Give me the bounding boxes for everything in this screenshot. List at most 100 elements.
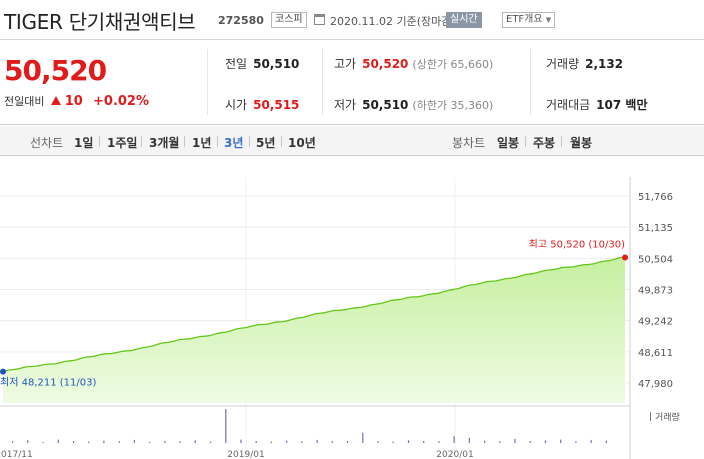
volume-bar xyxy=(240,439,242,443)
calendar-icon xyxy=(314,14,325,25)
volume-bar xyxy=(544,440,547,443)
tab-daily[interactable]: 일봉 xyxy=(497,134,519,151)
volume-bar xyxy=(590,439,592,443)
volume-bar xyxy=(27,440,29,443)
quote-panel: 50,520 전일대비 10 +0.02% 전일 50,510 시가 50,515 … xyxy=(0,41,704,125)
volume-bar xyxy=(225,409,227,443)
change-row: 전일대비 10 +0.02% xyxy=(4,93,149,109)
volume-bar xyxy=(118,441,120,443)
tab-3y[interactable]: 3년 xyxy=(224,134,243,151)
trade-amount: 거래대금 107 백만 xyxy=(546,98,648,112)
volume-bar xyxy=(301,441,303,443)
y-tick-label: 47,980 xyxy=(638,379,673,390)
stock-header: TIGER 단기채권액티브 272580 코스피 2020.11.02 기준(장… xyxy=(0,0,704,40)
y-tick-label: 51,135 xyxy=(638,223,673,234)
price-chart: 51,766 51,135 50,504 49,873 49,242 48,611 47,9… xyxy=(0,177,680,459)
candle-chart-label: 봉차트 xyxy=(452,136,486,150)
volume-bar xyxy=(453,436,455,443)
volume-bars xyxy=(12,409,607,443)
x-axis-ticks: 2017/11 2019/01 2020/01 xyxy=(0,450,474,459)
open-price: 시가 50,515 xyxy=(225,98,300,112)
high-marker xyxy=(622,254,628,261)
volume-bar xyxy=(407,440,410,443)
volume-bar xyxy=(529,441,531,443)
line-chart-label: 선차트 xyxy=(30,136,64,150)
tab-separator xyxy=(99,136,100,147)
volume-bar xyxy=(560,439,562,443)
prev-close: 전일 50,510 xyxy=(225,57,300,71)
y-tick-label: 50,504 xyxy=(638,254,673,265)
tab-separator xyxy=(561,136,562,147)
change-label: 전일대비 xyxy=(4,95,45,108)
low-label: 최저 48,211 (11/03) xyxy=(0,377,96,389)
volume-bar xyxy=(286,440,288,443)
volume-bar xyxy=(103,440,105,443)
tab-3m[interactable]: 3개월 xyxy=(149,134,179,151)
y-axis-ticks: 51,766 51,135 50,504 49,873 49,242 48,611 47,9… xyxy=(638,192,673,390)
tab-5y[interactable]: 5년 xyxy=(256,134,275,151)
volume-bar xyxy=(255,441,257,443)
chevron-down-icon: ▼ xyxy=(545,16,552,24)
tab-1y[interactable]: 1년 xyxy=(192,134,211,151)
tab-separator xyxy=(249,136,250,147)
tab-1d[interactable]: 1일 xyxy=(74,134,93,151)
etf-overview-button[interactable]: ETF개요 ▼ xyxy=(502,12,556,28)
y-tick-label: 48,611 xyxy=(638,348,673,359)
high-label: 최고 50,520 (10/30) xyxy=(529,239,625,251)
stock-title: TIGER 단기채권액티브 xyxy=(4,10,196,34)
change-percent: +0.02% xyxy=(93,94,149,109)
volume-bar xyxy=(149,442,151,443)
volume-bar xyxy=(514,438,516,443)
volume-bar xyxy=(575,441,577,443)
divider xyxy=(207,49,208,115)
live-badge[interactable]: 실시간 xyxy=(446,12,482,28)
volume-bar xyxy=(331,441,333,443)
volume-bar xyxy=(346,441,349,443)
divider xyxy=(530,49,531,115)
current-price: 50,520 xyxy=(4,54,107,87)
volume-legend-label: 거래량 xyxy=(655,411,680,423)
tab-separator xyxy=(217,136,218,147)
volume-bar xyxy=(499,441,501,443)
x-tick-label: 2019/01 xyxy=(227,450,264,459)
volume-bar xyxy=(57,439,59,443)
volume-bar xyxy=(468,437,470,443)
volume-bar xyxy=(12,441,14,443)
volume-legend-icon xyxy=(650,412,651,421)
etf-overview-label: ETF개요 xyxy=(506,14,543,25)
volume-bar xyxy=(377,441,379,443)
volume-bar xyxy=(362,432,364,443)
divider xyxy=(322,49,323,115)
y-tick-label: 49,242 xyxy=(638,317,673,328)
volume-bar xyxy=(164,441,166,443)
volume: 거래량 2,132 xyxy=(546,57,624,71)
volume-bar xyxy=(270,441,272,443)
x-tick-label: 2020/01 xyxy=(436,450,473,459)
tab-weekly[interactable]: 주봉 xyxy=(533,134,555,151)
tab-separator xyxy=(281,136,282,147)
tab-monthly[interactable]: 월봉 xyxy=(570,134,592,151)
volume-bar xyxy=(423,441,425,443)
stock-code: 272580 xyxy=(218,14,264,27)
volume-bar xyxy=(179,441,181,443)
y-tick-label: 51,766 xyxy=(638,192,673,203)
x-tick-label: 2017/11 xyxy=(0,450,33,459)
tab-10y[interactable]: 10년 xyxy=(288,134,316,151)
tab-separator xyxy=(525,136,526,147)
quote-date: 2020.11.02 기준(장마감) xyxy=(330,15,456,28)
volume-bar xyxy=(72,441,75,443)
volume-bar xyxy=(133,439,135,443)
tab-separator xyxy=(184,136,185,147)
volume-bar xyxy=(88,441,90,443)
volume-bar xyxy=(316,439,318,443)
low-price: 저가 50,510 (하한가 35,360) xyxy=(334,98,494,112)
volume-bar xyxy=(392,441,394,443)
tab-separator xyxy=(141,136,142,147)
change-value: 10 xyxy=(64,94,83,109)
volume-bar xyxy=(438,441,440,443)
tab-1w[interactable]: 1주일 xyxy=(107,134,137,151)
period-tab-bar: 선차트 1일 1주일 3개월 1년 3년 5년 10년 봉차트 일봉 주봉 월봉 xyxy=(0,126,704,156)
high-price: 고가 50,520 (상한가 65,660) xyxy=(334,57,494,71)
y-tick-label: 49,873 xyxy=(638,286,673,297)
volume-bar xyxy=(605,440,607,443)
